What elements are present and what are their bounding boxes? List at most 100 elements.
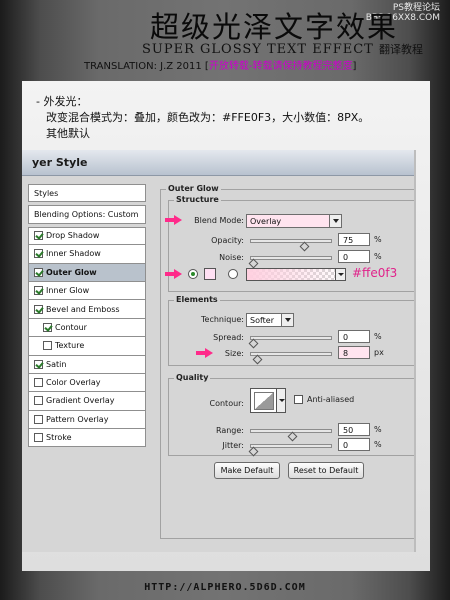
chevron-down-icon xyxy=(276,389,285,412)
sidebar-item-label: Outer Glow xyxy=(46,267,97,277)
sidebar-item-stroke[interactable]: Stroke xyxy=(28,429,146,448)
chevron-down-icon xyxy=(329,215,341,227)
jitter-input[interactable]: 0 xyxy=(338,438,370,451)
size-slider[interactable] xyxy=(250,352,332,365)
layer-style-dialog: yer Style Styles Blending Options: Custo… xyxy=(22,150,416,552)
sidebar-item-label: Gradient Overlay xyxy=(46,396,115,406)
chevron-down-icon xyxy=(281,314,293,326)
sidebar-item-satin[interactable]: Satin xyxy=(28,355,146,374)
quality-title: Quality xyxy=(174,373,211,382)
spread-slider[interactable] xyxy=(248,336,332,349)
technique-value: Softer xyxy=(250,316,274,325)
sidebar-item-inner-glow[interactable]: Inner Glow xyxy=(28,281,146,301)
color-pointer-arrow-icon xyxy=(165,269,183,279)
spread-input[interactable]: 0 xyxy=(338,330,370,343)
jitter-slider[interactable] xyxy=(248,444,332,457)
sidebar-item-label: Inner Glow xyxy=(46,286,90,296)
technique-label: Technique: xyxy=(201,315,244,324)
sidebar-item-label: Bevel and Emboss xyxy=(46,304,120,314)
anti-aliased-checkbox[interactable] xyxy=(294,395,303,404)
sidebar-item-contour[interactable]: Contour xyxy=(28,318,146,338)
step-other-defaults: 其他默认 xyxy=(46,127,90,140)
sidebar-item-label: Satin xyxy=(46,359,67,369)
sidebar-item-label: Stroke xyxy=(46,433,72,443)
sidebar-item-inner-shadow[interactable]: Inner Shadow xyxy=(28,245,146,264)
noise-slider[interactable] xyxy=(248,256,332,269)
pattern-overlay-checkbox[interactable] xyxy=(34,414,43,424)
dialog-title: yer Style xyxy=(22,150,414,176)
blend-mode-value: Overlay xyxy=(250,217,282,226)
contour-label: Contour: xyxy=(209,399,245,408)
sidebar-item-label: Drop Shadow xyxy=(46,231,100,241)
glow-color-swatch[interactable] xyxy=(204,268,216,280)
step-instruction: 改变混合模式为：叠加，颜色改为：#FFE0F3，大小数值：8PX。 xyxy=(46,111,370,124)
noise-unit: % xyxy=(374,252,382,261)
noise-label: Noise: xyxy=(219,253,244,262)
noise-input[interactable]: 0 xyxy=(338,250,370,263)
color-overlay-checkbox[interactable] xyxy=(34,378,43,388)
sidebar-item-label: Pattern Overlay xyxy=(46,414,109,424)
size-input[interactable]: 8 xyxy=(338,346,370,359)
texture-checkbox[interactable] xyxy=(43,341,52,351)
technique-select[interactable]: Softer xyxy=(246,313,294,327)
jitter-label: Jitter: xyxy=(222,441,244,450)
gradient-radio[interactable] xyxy=(228,269,238,279)
sidebar-item-drop-shadow[interactable]: Drop Shadow xyxy=(28,226,146,246)
spread-label: Spread: xyxy=(213,333,244,342)
opacity-input[interactable]: 75 xyxy=(338,233,370,246)
gradient-overlay-checkbox[interactable] xyxy=(34,396,43,406)
sidebar-item-bevel-emboss[interactable]: Bevel and Emboss xyxy=(28,300,146,319)
inner-glow-checkbox[interactable] xyxy=(34,286,43,296)
range-input[interactable]: 50 xyxy=(338,423,370,436)
contour-picker[interactable] xyxy=(250,388,286,413)
solid-color-radio[interactable] xyxy=(188,269,198,279)
anti-aliased-label: Anti-aliased xyxy=(307,395,355,404)
blend-mode-pointer-arrow-icon xyxy=(165,215,183,225)
sidebar-item-texture[interactable]: Texture xyxy=(28,337,146,356)
opacity-label: Opacity: xyxy=(211,236,244,245)
outer-glow-panel: Outer Glow Structure Blend Mode: Overlay… xyxy=(160,184,414,542)
range-slider[interactable] xyxy=(250,429,332,442)
drop-shadow-checkbox[interactable] xyxy=(34,231,43,241)
sidebar-item-color-overlay[interactable]: Color Overlay xyxy=(28,373,146,393)
blend-mode-select[interactable]: Overlay xyxy=(246,214,342,228)
structure-title: Structure xyxy=(174,195,221,204)
bevel-emboss-checkbox[interactable] xyxy=(34,304,43,314)
page-subtitle: SUPER GLOSSY TEXT EFFECT 翻译教程 xyxy=(142,41,423,57)
stroke-checkbox[interactable] xyxy=(34,433,43,443)
contour-checkbox[interactable] xyxy=(43,322,52,332)
subtitle-chinese: 翻译教程 xyxy=(379,43,423,56)
sidebar-item-label: Contour xyxy=(55,322,87,332)
translation-suffix: ] xyxy=(352,61,357,72)
outer-glow-checkbox[interactable] xyxy=(34,267,43,277)
sidebar-item-label: Styles xyxy=(34,188,59,198)
reset-to-default-button[interactable]: Reset to Default xyxy=(288,462,364,479)
translation-prefix: TRANSLATION: J.Z 2011 [ xyxy=(84,61,209,72)
step-heading: - 外发光： xyxy=(36,95,88,108)
sidebar-item-styles[interactable]: Styles xyxy=(28,184,146,203)
outer-glow-title: Outer Glow xyxy=(166,184,221,193)
translation-note: 开放转载-转载请保持教程完整度 xyxy=(208,61,353,72)
size-label: Size: xyxy=(224,349,244,358)
sidebar-item-label: Texture xyxy=(55,341,85,351)
sidebar-item-label: Color Overlay xyxy=(46,378,101,388)
range-unit: % xyxy=(374,425,382,434)
sidebar-item-gradient-overlay[interactable]: Gradient Overlay xyxy=(28,392,146,411)
inner-shadow-checkbox[interactable] xyxy=(34,249,43,259)
chevron-down-icon xyxy=(335,269,345,280)
sidebar-item-outer-glow[interactable]: Outer Glow xyxy=(28,263,146,282)
sidebar-item-pattern-overlay[interactable]: Pattern Overlay xyxy=(28,410,146,430)
color-hex-annotation: #ffe0f3 xyxy=(352,266,398,280)
satin-checkbox[interactable] xyxy=(34,359,43,369)
tutorial-card: - 外发光： 改变混合模式为：叠加，颜色改为：#FFE0F3，大小数值：8PX。… xyxy=(22,81,430,571)
subtitle-english: SUPER GLOSSY TEXT EFFECT xyxy=(142,42,374,57)
sidebar-item-blending-options[interactable]: Blending Options: Custom xyxy=(28,205,146,224)
footer-url: HTTP://ALPHERO.5D6D.COM xyxy=(144,582,306,593)
elements-title: Elements xyxy=(174,295,220,304)
jitter-unit: % xyxy=(374,440,382,449)
translation-credit: TRANSLATION: J.Z 2011 [开放转载-转载请保持教程完整度] xyxy=(84,57,356,72)
opacity-slider[interactable] xyxy=(250,239,332,252)
make-default-button[interactable]: Make Default xyxy=(214,462,280,479)
glow-gradient-picker[interactable] xyxy=(246,268,346,281)
contour-curve-icon xyxy=(254,392,274,410)
